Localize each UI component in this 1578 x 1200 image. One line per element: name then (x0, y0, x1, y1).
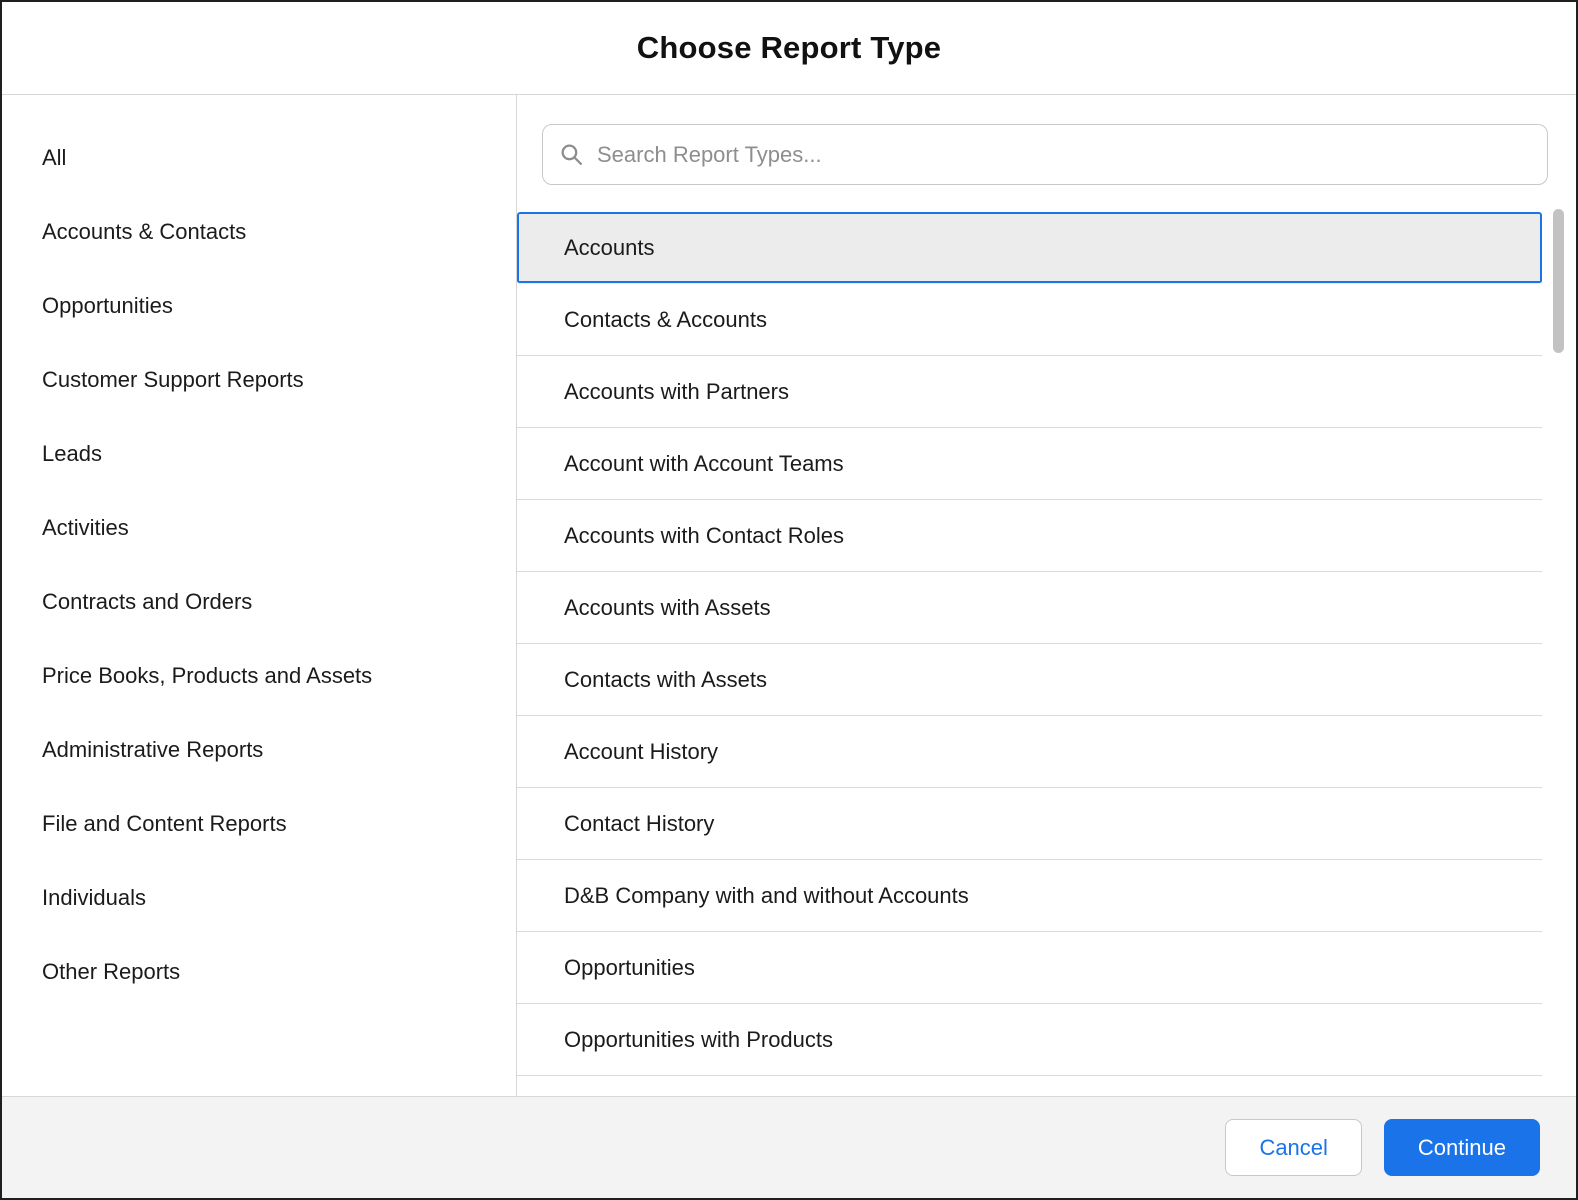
report-type-label: Accounts with Partners (564, 378, 789, 404)
report-type-label: Accounts (564, 234, 655, 260)
sidebar-item-label: Administrative Reports (42, 737, 264, 762)
report-type-label: Contacts with Assets (564, 666, 767, 692)
report-type-label: Accounts with Contact Roles (564, 522, 845, 548)
sidebar-item-label: Individuals (42, 885, 146, 910)
sidebar-item[interactable]: Opportunities (2, 269, 516, 343)
report-type-row[interactable]: Accounts with Partners (517, 356, 1542, 428)
modal-content: All Accounts & Contacts Opportunities Cu… (2, 95, 1576, 1096)
sidebar-item-label: Other Reports (42, 959, 181, 984)
report-type-panel: Accounts Contacts & Accounts Accounts wi… (517, 95, 1576, 1096)
report-type-label: Account with Account Teams (564, 450, 844, 476)
sidebar-item[interactable]: Activities (2, 491, 516, 565)
sidebar-item[interactable]: Contracts and Orders (2, 565, 516, 639)
report-type-list: Accounts Contacts & Accounts Accounts wi… (517, 212, 1542, 1076)
sidebar-item[interactable]: Other Reports (2, 935, 516, 1009)
report-type-row[interactable]: Accounts with Assets (517, 572, 1542, 644)
scrollbar-thumb[interactable] (1553, 209, 1564, 353)
sidebar-item-label: File and Content Reports (42, 811, 287, 836)
report-type-label: Opportunities with Products (564, 1026, 834, 1052)
report-type-label: Account History (564, 738, 719, 764)
continue-button[interactable]: Continue (1383, 1119, 1540, 1176)
report-type-label: Contacts & Accounts (564, 306, 767, 332)
report-type-row[interactable]: Account History (517, 716, 1542, 788)
sidebar-item-label: Activities (42, 515, 129, 540)
report-type-row[interactable]: Accounts with Contact Roles (517, 500, 1542, 572)
sidebar-item-label: Accounts & Contacts (42, 219, 247, 244)
report-type-row[interactable]: Contacts & Accounts (517, 284, 1542, 356)
report-type-label: Accounts with Assets (564, 594, 771, 620)
sidebar-item-label: Leads (42, 441, 102, 466)
search-box (542, 124, 1548, 185)
sidebar-item[interactable]: Accounts & Contacts (2, 195, 516, 269)
report-type-label: Opportunities (564, 954, 695, 980)
report-type-row[interactable]: Contacts with Assets (517, 644, 1542, 716)
sidebar-item-label: Customer Support Reports (42, 367, 304, 392)
sidebar-item[interactable]: Individuals (2, 861, 516, 935)
sidebar-item[interactable]: Price Books, Products and Assets (2, 639, 516, 713)
report-type-label: Contact History (564, 810, 715, 836)
modal-title: Choose Report Type (636, 30, 942, 65)
choose-report-type-modal: Choose Report Type All Accounts & Contac… (0, 0, 1578, 1200)
modal-header: Choose Report Type (2, 2, 1576, 95)
sidebar-item-label: Opportunities (42, 293, 173, 318)
sidebar-item[interactable]: Leads (2, 417, 516, 491)
sidebar-item-label: Contracts and Orders (42, 589, 253, 614)
modal-footer: Cancel Continue (2, 1096, 1576, 1198)
sidebar-item-label: Price Books, Products and Assets (42, 663, 373, 688)
report-type-label: D&B Company with and without Accounts (564, 882, 969, 908)
sidebar-item[interactable]: All (2, 121, 516, 195)
report-type-row[interactable]: Opportunities with Products (517, 1004, 1542, 1076)
cancel-button[interactable]: Cancel (1225, 1119, 1362, 1176)
category-sidebar: All Accounts & Contacts Opportunities Cu… (2, 95, 517, 1096)
report-type-row[interactable]: Account with Account Teams (517, 428, 1542, 500)
report-type-row[interactable]: Opportunities (517, 932, 1542, 1004)
sidebar-item-label: All (42, 145, 67, 170)
search-input[interactable] (542, 124, 1548, 185)
sidebar-item[interactable]: Administrative Reports (2, 713, 516, 787)
sidebar-item[interactable]: Customer Support Reports (2, 343, 516, 417)
sidebar-item[interactable]: File and Content Reports (2, 787, 516, 861)
report-type-row[interactable]: D&B Company with and without Accounts (517, 860, 1542, 932)
report-type-row[interactable]: Accounts (517, 212, 1542, 284)
report-type-row[interactable]: Contact History (517, 788, 1542, 860)
